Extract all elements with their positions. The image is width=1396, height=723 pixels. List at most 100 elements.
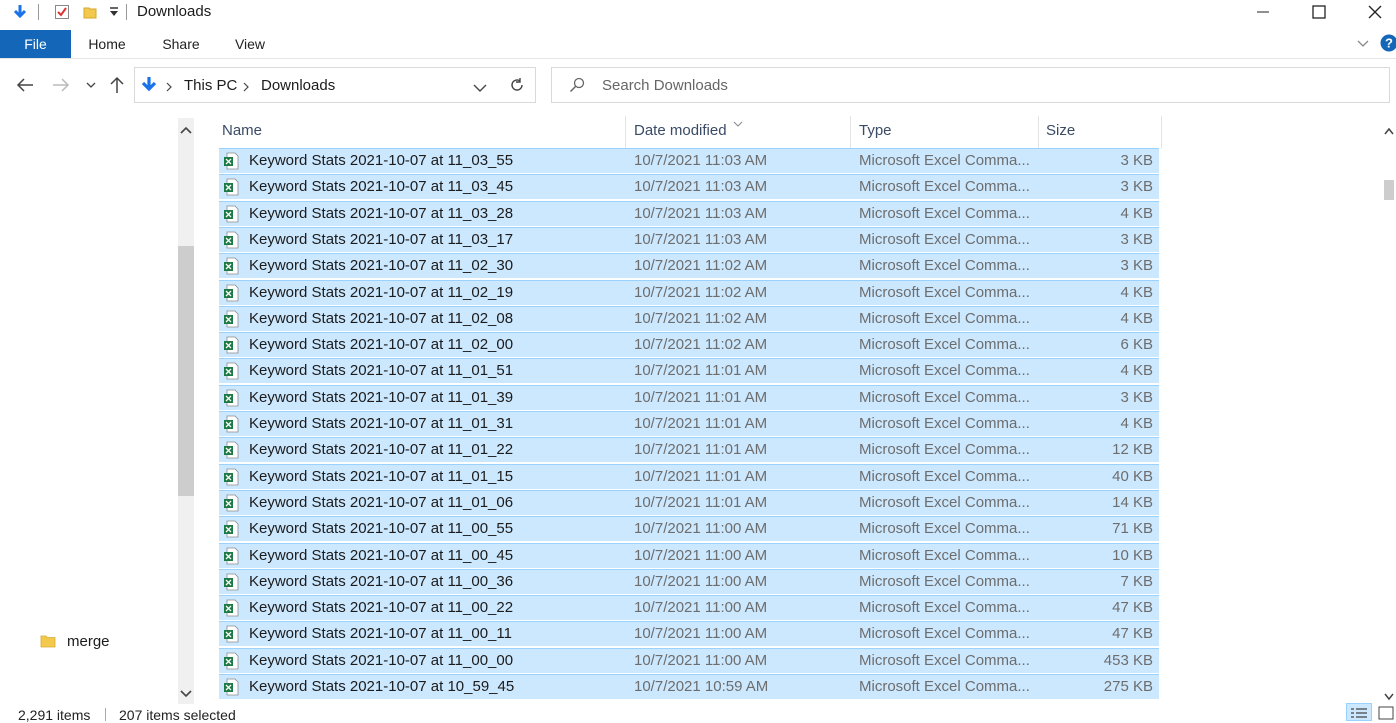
tab-share[interactable]: Share	[152, 30, 210, 58]
column-divider[interactable]	[1161, 116, 1162, 148]
column-header-name[interactable]: Name	[222, 122, 262, 139]
file-list-scrollbar[interactable]	[1380, 112, 1396, 702]
scroll-up-icon[interactable]	[1384, 122, 1394, 140]
file-row[interactable]: Keyword Stats 2021-10-07 at 11_01_3110/7…	[219, 411, 1159, 436]
file-type: Microsoft Excel Comma...	[859, 389, 1030, 406]
expand-ribbon-icon[interactable]	[1356, 36, 1370, 55]
details-view-icon	[1350, 707, 1368, 719]
file-row[interactable]: Keyword Stats 2021-10-07 at 11_00_5510/7…	[219, 516, 1159, 541]
nav-scroll-up-icon[interactable]	[180, 122, 192, 140]
file-type: Microsoft Excel Comma...	[859, 336, 1030, 353]
properties-icon[interactable]	[52, 2, 72, 22]
file-name: Keyword Stats 2021-10-07 at 11_00_22	[249, 599, 513, 616]
refresh-button[interactable]	[498, 67, 536, 103]
tab-view[interactable]: View	[222, 30, 278, 58]
tab-home[interactable]: Home	[78, 30, 136, 58]
search-icon	[569, 77, 585, 98]
column-divider[interactable]	[850, 116, 851, 148]
column-header-type[interactable]: Type	[859, 122, 892, 139]
nav-scroll-down-icon[interactable]	[180, 686, 192, 704]
maximize-button[interactable]	[1296, 0, 1342, 24]
column-header-size[interactable]: Size	[1046, 122, 1075, 139]
file-row[interactable]: Keyword Stats 2021-10-07 at 11_01_5110/7…	[219, 358, 1159, 383]
address-dropdown-icon[interactable]	[473, 80, 487, 98]
close-icon	[1368, 5, 1382, 19]
file-row[interactable]: Keyword Stats 2021-10-07 at 11_02_0010/7…	[219, 332, 1159, 357]
sort-descending-icon	[733, 114, 743, 132]
search-input[interactable]: Search Downloads	[602, 77, 728, 94]
file-size: 4 KB	[1120, 415, 1153, 432]
excel-csv-file-icon	[223, 441, 239, 459]
file-row[interactable]: Keyword Stats 2021-10-07 at 11_01_1510/7…	[219, 464, 1159, 489]
address-bar[interactable]: This PC Downloads	[134, 67, 500, 103]
chevron-down-icon	[86, 80, 96, 90]
file-date-modified: 10/7/2021 11:03 AM	[634, 205, 767, 222]
file-row[interactable]: Keyword Stats 2021-10-07 at 11_02_0810/7…	[219, 306, 1159, 331]
file-row[interactable]: Keyword Stats 2021-10-07 at 11_01_3910/7…	[219, 385, 1159, 410]
file-row[interactable]: Keyword Stats 2021-10-07 at 11_00_0010/7…	[219, 648, 1159, 673]
file-type: Microsoft Excel Comma...	[859, 178, 1030, 195]
column-divider[interactable]	[1038, 116, 1039, 148]
download-arrow-icon[interactable]	[10, 2, 30, 22]
file-size: 6 KB	[1120, 336, 1153, 353]
file-size: 7 KB	[1120, 573, 1153, 590]
file-name: Keyword Stats 2021-10-07 at 11_00_00	[249, 652, 513, 669]
file-type: Microsoft Excel Comma...	[859, 310, 1030, 327]
folder-icon	[40, 633, 56, 654]
details-view-button[interactable]	[1346, 703, 1372, 721]
file-row[interactable]: Keyword Stats 2021-10-07 at 11_03_1710/7…	[219, 227, 1159, 252]
search-box[interactable]: Search Downloads	[551, 67, 1390, 103]
up-button[interactable]	[104, 70, 130, 100]
file-name: Keyword Stats 2021-10-07 at 11_01_15	[249, 468, 513, 485]
excel-csv-file-icon	[223, 310, 239, 328]
file-row[interactable]: Keyword Stats 2021-10-07 at 11_03_2810/7…	[219, 201, 1159, 226]
help-icon[interactable]: ?	[1380, 34, 1396, 57]
file-size: 14 KB	[1112, 494, 1153, 511]
minimize-button[interactable]	[1240, 0, 1286, 24]
file-type: Microsoft Excel Comma...	[859, 152, 1030, 169]
file-row[interactable]: Keyword Stats 2021-10-07 at 11_00_22 10/7…	[219, 595, 1159, 620]
file-row[interactable]: Keyword Stats 2021-10-07 at 11_01_2210/7…	[219, 437, 1159, 462]
file-size: 3 KB	[1120, 152, 1153, 169]
column-header-date-modified[interactable]: Date modified	[634, 122, 727, 139]
file-date-modified: 10/7/2021 11:01 AM	[634, 415, 767, 432]
breadcrumb-separator-icon[interactable]	[242, 79, 250, 97]
file-row[interactable]: Keyword Stats 2021-10-07 at 11_00_4510/7…	[219, 543, 1159, 568]
large-icons-view-button[interactable]	[1376, 703, 1396, 721]
excel-csv-file-icon	[223, 389, 239, 407]
file-list-scrollbar-thumb[interactable]	[1384, 180, 1394, 200]
maximize-icon	[1312, 5, 1326, 19]
breadcrumb-downloads[interactable]: Downloads	[261, 77, 335, 94]
file-row[interactable]: Keyword Stats 2021-10-07 at 11_00_1110/7…	[219, 621, 1159, 646]
file-size: 275 KB	[1104, 678, 1153, 695]
file-size: 3 KB	[1120, 178, 1153, 195]
minimize-icon	[1257, 6, 1269, 18]
file-row[interactable]: Keyword Stats 2021-10-07 at 11_03_4510/7…	[219, 174, 1159, 199]
file-date-modified: 10/7/2021 10:59 AM	[634, 678, 768, 695]
forward-button[interactable]	[48, 70, 74, 100]
recent-locations-button[interactable]	[80, 70, 102, 100]
nav-scrollbar-thumb[interactable]	[178, 246, 194, 496]
file-row[interactable]: Keyword Stats 2021-10-07 at 11_02_1910/7…	[219, 280, 1159, 305]
file-row[interactable]: Keyword Stats 2021-10-07 at 11_02_3010/7…	[219, 253, 1159, 278]
file-name: Keyword Stats 2021-10-07 at 11_02_30	[249, 257, 513, 274]
file-type: Microsoft Excel Comma...	[859, 441, 1030, 458]
customize-toolbar-dropdown-icon[interactable]	[104, 2, 124, 22]
file-date-modified: 10/7/2021 11:00 AM	[634, 599, 767, 616]
column-divider[interactable]	[625, 116, 626, 148]
excel-csv-file-icon	[223, 257, 239, 275]
back-button[interactable]	[12, 70, 38, 100]
file-row[interactable]: Keyword Stats 2021-10-07 at 11_01_0610/7…	[219, 490, 1159, 515]
tab-file[interactable]: File	[0, 30, 71, 58]
breadcrumb-this-pc[interactable]: This PC	[184, 77, 237, 94]
file-row[interactable]: Keyword Stats 2021-10-07 at 10_59_4510/7…	[219, 674, 1159, 699]
file-name: Keyword Stats 2021-10-07 at 11_03_17	[249, 231, 513, 248]
close-button[interactable]	[1352, 0, 1396, 24]
file-row[interactable]: Keyword Stats 2021-10-07 at 11_03_5510/7…	[219, 148, 1159, 173]
file-row[interactable]: Keyword Stats 2021-10-07 at 11_00_3610/7…	[219, 569, 1159, 594]
file-name: Keyword Stats 2021-10-07 at 11_00_55	[249, 520, 513, 537]
new-folder-icon[interactable]	[80, 2, 100, 22]
breadcrumb-separator-icon[interactable]	[165, 79, 173, 97]
file-name: Keyword Stats 2021-10-07 at 11_02_08	[249, 310, 513, 327]
file-name: Keyword Stats 2021-10-07 at 11_01_22	[249, 441, 513, 458]
